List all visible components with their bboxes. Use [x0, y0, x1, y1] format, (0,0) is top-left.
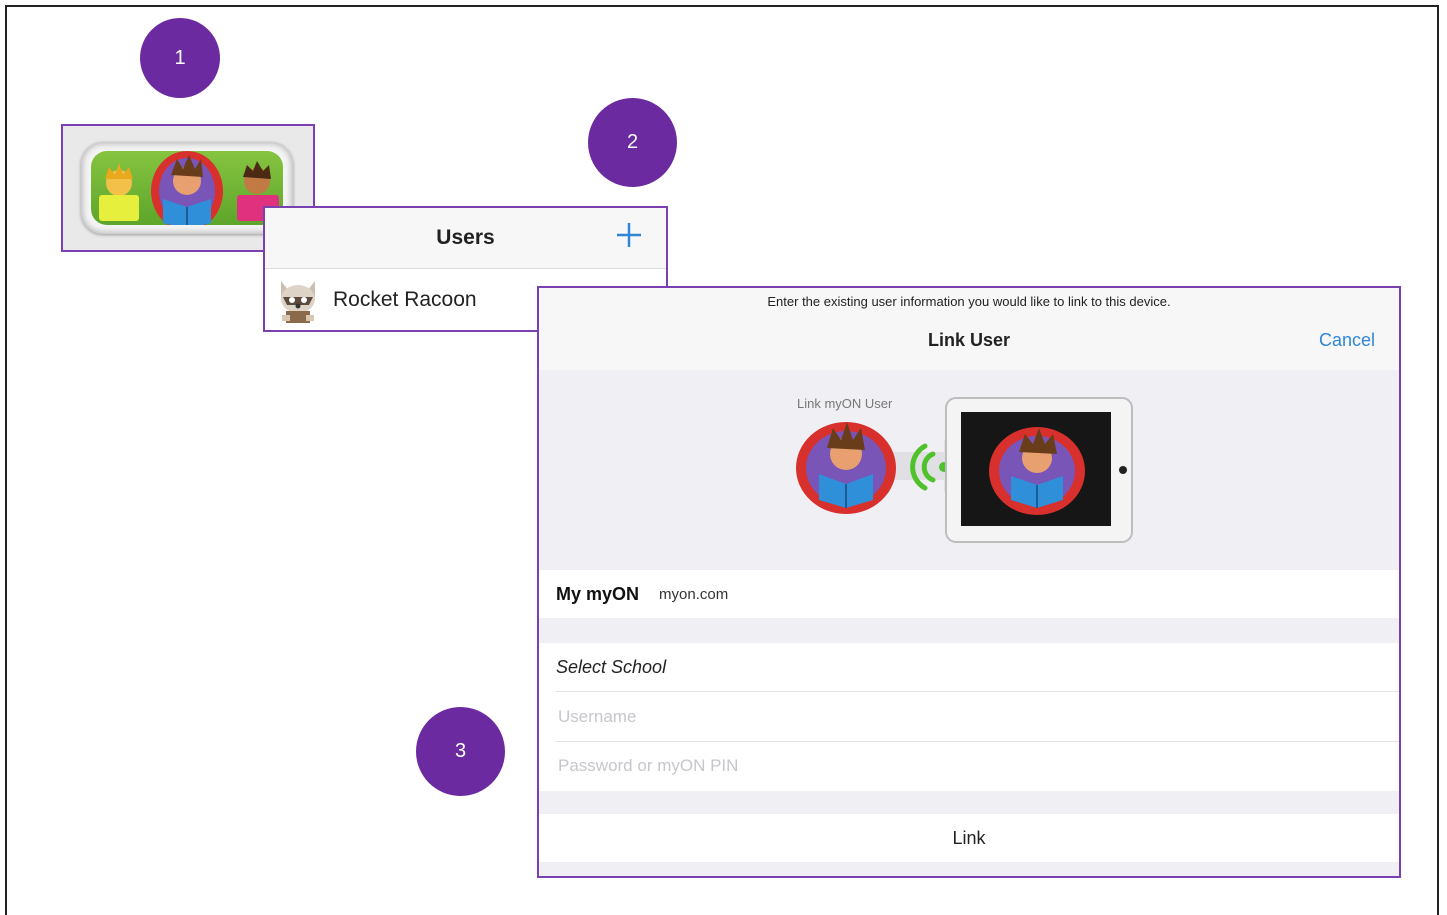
- myon-app-icon[interactable]: [81, 142, 293, 234]
- select-school-label: Select School: [556, 656, 667, 677]
- password-field-row: [556, 742, 1399, 790]
- kids-reading-icon: [99, 151, 279, 225]
- link-user-header: Enter the existing user information you …: [539, 288, 1399, 370]
- raccoon-avatar-icon: [273, 275, 323, 325]
- link-button[interactable]: Link: [539, 814, 1399, 862]
- username-input[interactable]: [556, 706, 1399, 728]
- my-myon-label: My myON: [556, 583, 640, 604]
- add-user-button[interactable]: [612, 218, 646, 252]
- password-input[interactable]: [556, 755, 1399, 777]
- link-user-panel: Enter the existing user information you …: [537, 286, 1401, 878]
- myon-domain: myon.com: [659, 585, 729, 603]
- users-title: Users: [436, 226, 495, 249]
- instruction-text: Enter the existing user information you …: [767, 294, 1171, 309]
- myon-badge-icon: [796, 422, 896, 514]
- step-badge-3: 3: [416, 707, 505, 796]
- step-number: 2: [626, 131, 639, 153]
- step-number: 3: [454, 740, 467, 762]
- link-device-illustration: [796, 397, 1133, 543]
- app-icon-artwork: [91, 151, 283, 225]
- step-badge-1: 1: [140, 18, 220, 98]
- login-form: Select School: [539, 643, 1399, 791]
- select-school-field[interactable]: Select School: [556, 643, 1399, 692]
- step-number: 1: [174, 46, 186, 69]
- users-header: Users: [265, 208, 666, 269]
- plus-icon: [617, 223, 641, 247]
- step-badge-2: 2: [588, 98, 677, 187]
- link-user-title: Link User: [927, 330, 1011, 350]
- user-name: Rocket Racoon: [333, 288, 477, 311]
- my-myon-row: My myON myon.com: [539, 570, 1399, 618]
- cancel-button[interactable]: Cancel: [1319, 330, 1375, 351]
- tablet-icon: [945, 397, 1133, 543]
- username-field-row: [556, 693, 1399, 742]
- link-illustration: Link myON User: [539, 370, 1399, 570]
